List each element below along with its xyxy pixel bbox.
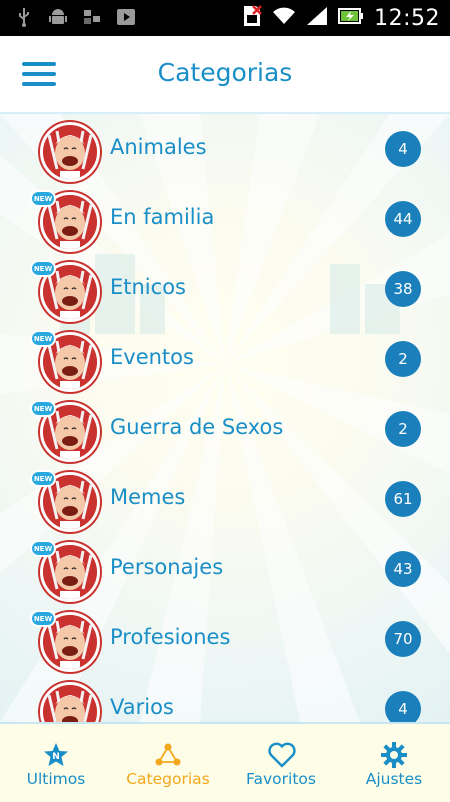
new-badge: NEW	[30, 330, 56, 347]
category-label: Guerra de Sexos	[110, 415, 284, 439]
category-list: Animales 4 NEW En familia 44 NEW Etnicos…	[0, 114, 450, 722]
list-item[interactable]: NEW Eventos 2	[0, 324, 450, 394]
share-nodes-icon	[155, 742, 181, 768]
category-label: Eventos	[110, 345, 194, 369]
count-badge: 44	[385, 201, 421, 237]
notification-icons	[14, 7, 136, 27]
tab-categorias[interactable]: Categorias	[112, 724, 224, 802]
signal-icon	[306, 6, 328, 30]
android-debug-icon	[48, 7, 68, 27]
app-header: Categorias	[0, 36, 450, 114]
count-badge: 4	[385, 691, 421, 722]
category-label: Varios	[110, 695, 174, 719]
list-item[interactable]: Varios 4	[0, 674, 450, 722]
category-label: En familia	[110, 205, 215, 229]
list-item[interactable]: NEW Etnicos 38	[0, 254, 450, 324]
sd-card-icon	[82, 7, 102, 27]
no-sim-icon	[242, 5, 262, 31]
tab-label: Favoritos	[246, 770, 316, 788]
category-label: Personajes	[110, 555, 224, 579]
tab-ultimos[interactable]: N Ultimos	[0, 724, 112, 802]
count-badge: 70	[385, 621, 421, 657]
heart-icon	[268, 742, 296, 768]
list-item[interactable]: NEW Guerra de Sexos 2	[0, 394, 450, 464]
avatar	[40, 682, 100, 722]
category-list-area[interactable]: Animales 4 NEW En familia 44 NEW Etnicos…	[0, 114, 450, 722]
system-icons: 12:52	[242, 3, 440, 33]
new-badge: NEW	[30, 190, 56, 207]
count-badge: 4	[385, 131, 421, 167]
play-store-icon	[116, 7, 136, 27]
battery-charging-icon	[338, 7, 364, 29]
count-badge: 61	[385, 481, 421, 517]
gear-icon	[381, 742, 407, 768]
list-item[interactable]: NEW Memes 61	[0, 464, 450, 534]
status-bar: 12:52	[0, 0, 450, 36]
tab-ajustes[interactable]: Ajustes	[338, 724, 450, 802]
avatar	[40, 122, 100, 182]
wifi-icon	[272, 6, 296, 30]
category-label: Memes	[110, 485, 186, 509]
count-badge: 2	[385, 341, 421, 377]
usb-icon	[14, 7, 34, 27]
new-badge: NEW	[30, 260, 56, 277]
count-badge: 43	[385, 551, 421, 587]
list-item[interactable]: NEW Profesiones 70	[0, 604, 450, 674]
bottom-tab-bar: N Ultimos Categorias Favoritos Ajustes	[0, 722, 450, 802]
list-item[interactable]: Animales 4	[0, 114, 450, 184]
category-label: Animales	[110, 135, 207, 159]
svg-text:N: N	[52, 752, 60, 762]
new-badge: NEW	[30, 400, 56, 417]
tab-label: Categorias	[126, 770, 210, 788]
new-badge: NEW	[30, 610, 56, 627]
new-badge: NEW	[30, 470, 56, 487]
category-label: Etnicos	[110, 275, 186, 299]
clock: 12:52	[374, 5, 440, 31]
count-badge: 38	[385, 271, 421, 307]
count-badge: 2	[385, 411, 421, 447]
list-item[interactable]: NEW Personajes 43	[0, 534, 450, 604]
page-title: Categorias	[157, 58, 293, 87]
list-item[interactable]: NEW En familia 44	[0, 184, 450, 254]
new-badge: NEW	[30, 540, 56, 557]
category-label: Profesiones	[110, 625, 231, 649]
tab-label: Ultimos	[26, 770, 86, 788]
tab-label: Ajustes	[365, 770, 423, 788]
tab-favoritos[interactable]: Favoritos	[225, 724, 337, 802]
star-icon: N	[43, 742, 69, 768]
